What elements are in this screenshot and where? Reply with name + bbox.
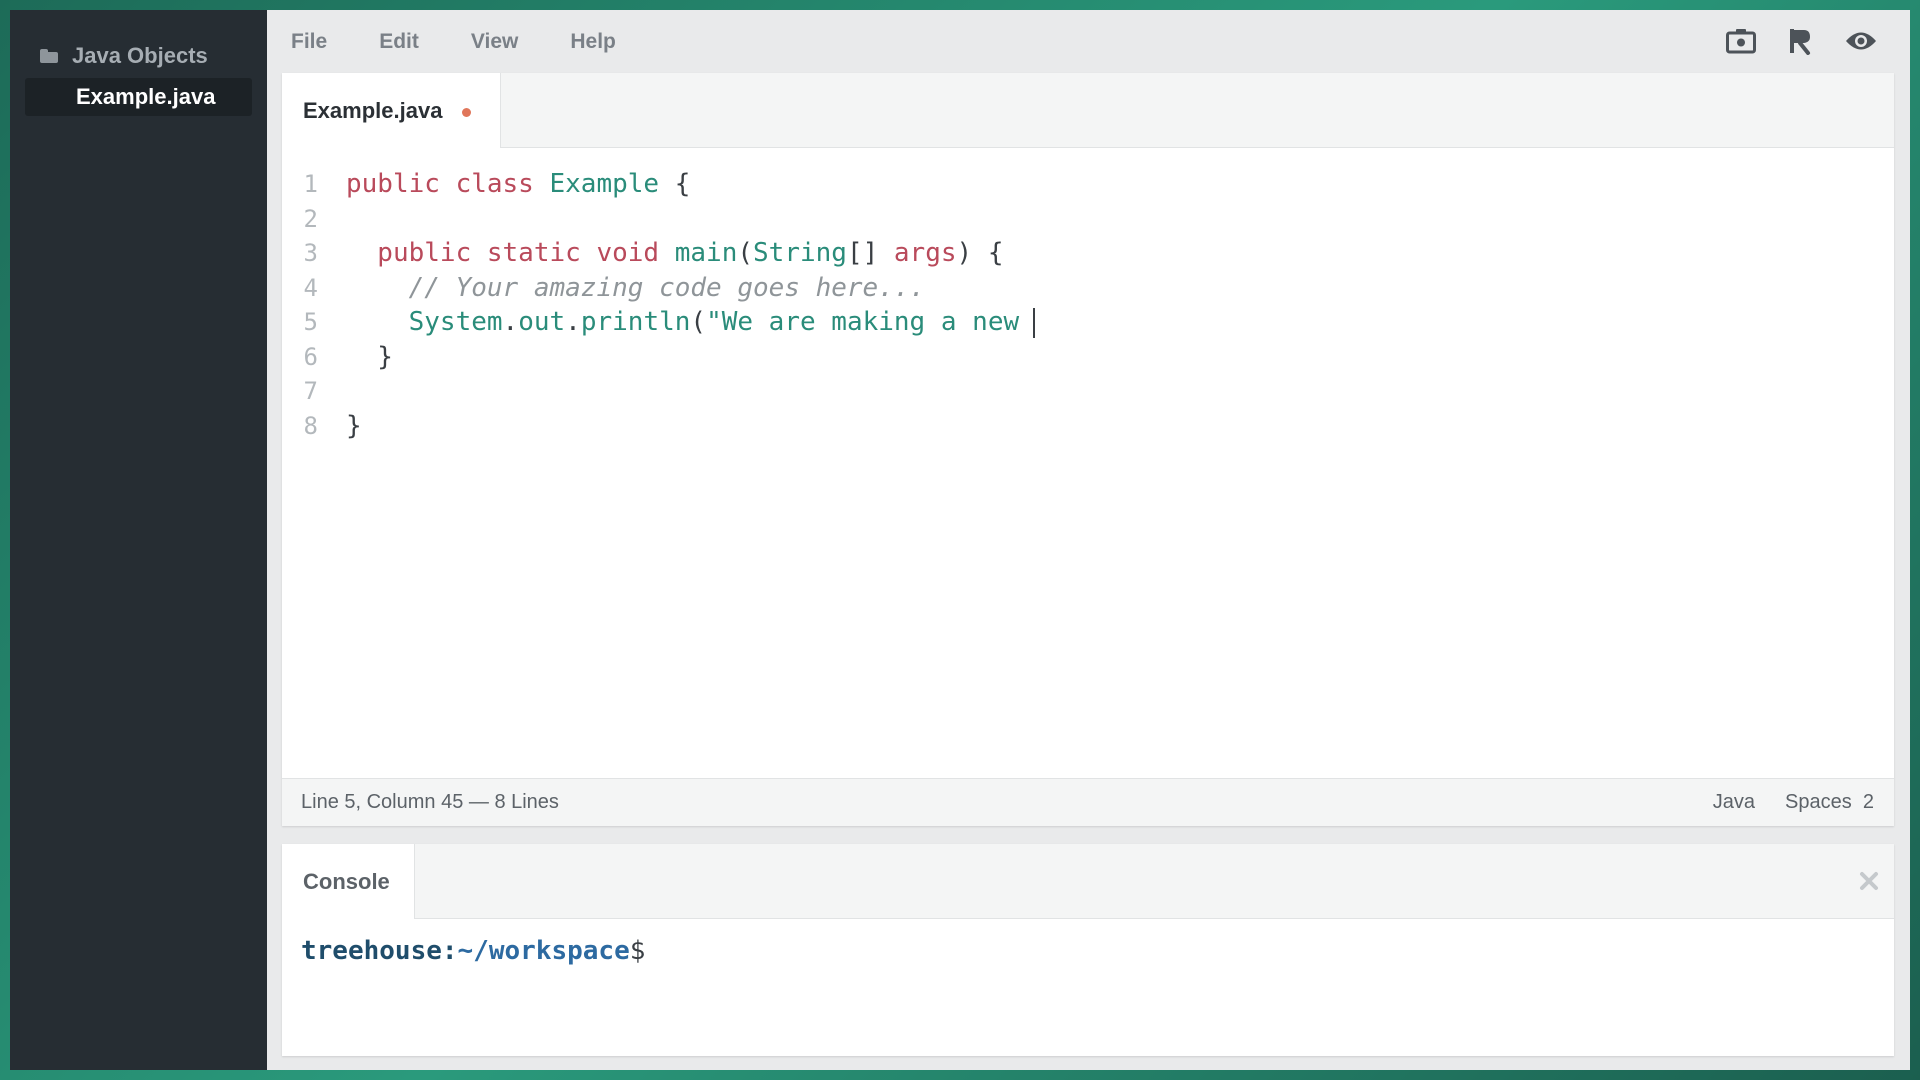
line-number: 2 xyxy=(303,204,318,233)
cursor-position: Line 5, Column 45 — 8 Lines xyxy=(301,791,559,813)
folder-icon xyxy=(40,49,58,63)
code-token: out xyxy=(518,307,566,337)
line-number: 4 xyxy=(303,273,318,302)
menu-edit[interactable]: Edit xyxy=(365,30,433,54)
code-area[interactable]: 1 public class Example {2 3 public static … xyxy=(282,167,1894,443)
code-token: . xyxy=(502,307,519,337)
code-line[interactable]: 7 xyxy=(282,374,1894,409)
code-editor: Example.java 1 public class Example {2 3 p… xyxy=(282,73,1894,826)
code-token: "We are making a new xyxy=(706,307,1020,337)
line-number: 7 xyxy=(303,377,318,405)
code-token: [] xyxy=(846,238,894,268)
code-token: String xyxy=(753,238,847,268)
close-icon[interactable] xyxy=(1858,870,1880,892)
unsaved-indicator xyxy=(462,107,472,117)
code-token: public class xyxy=(346,169,550,199)
code-token: . xyxy=(565,307,581,337)
line-source: } xyxy=(346,340,393,375)
console-tabbar: Console xyxy=(282,844,1894,919)
line-source: } xyxy=(346,409,362,444)
line-number: 5 xyxy=(303,308,318,336)
prompt-user: treehouse xyxy=(301,936,442,966)
code-line[interactable]: 4 // Your amazing code goes here... xyxy=(282,271,1894,306)
share-icon[interactable] xyxy=(1784,24,1818,58)
line-source: public class Example { xyxy=(346,167,690,202)
tab-example-java[interactable]: Example.java xyxy=(282,73,501,148)
code-token: main xyxy=(674,238,738,268)
line-number: 1 xyxy=(303,170,318,198)
line-number: 8 xyxy=(303,411,318,440)
code-token: Example xyxy=(549,169,660,199)
indent-selector[interactable]: Spaces 2 xyxy=(1785,791,1874,814)
sidebar-folder-label: Java Objects xyxy=(72,43,208,68)
code-line[interactable]: 5 System.out.println("We are making a ne… xyxy=(282,305,1894,340)
line-source: System.out.println("We are making a new xyxy=(346,305,1036,340)
menu-view[interactable]: View xyxy=(457,30,532,54)
console-tab-label: Console xyxy=(303,868,390,894)
code-line[interactable]: 6 } xyxy=(282,340,1894,375)
code-token: } xyxy=(346,410,362,441)
code-token: println xyxy=(580,307,691,337)
file-sidebar: Java Objects Example.java xyxy=(10,10,267,1070)
line-number: 6 xyxy=(303,342,318,371)
code-line[interactable]: 3 public static void main(String[] args)… xyxy=(282,236,1894,271)
prompt-path: ~/workspace xyxy=(457,936,630,966)
prompt-colon: : xyxy=(441,936,458,966)
code-token: ) { xyxy=(956,238,1004,268)
code-token: ( xyxy=(690,307,707,337)
workspace-window: Java Objects Example.java File Edit View… xyxy=(10,10,1910,1070)
language-selector[interactable]: Java xyxy=(1713,791,1755,814)
code-token: args xyxy=(893,238,957,268)
code-token: ( xyxy=(737,238,754,268)
menu-help[interactable]: Help xyxy=(556,30,630,54)
screenshot-icon[interactable] xyxy=(1724,24,1758,58)
sidebar-file-example-java[interactable]: Example.java xyxy=(25,78,252,116)
prompt-dollar: $ xyxy=(629,936,646,966)
line-source: // Your amazing code goes here... xyxy=(346,271,926,306)
menubar: File Edit View Help xyxy=(267,10,1910,74)
editor-statusbar: Line 5, Column 45 — 8 Lines Java Spaces … xyxy=(282,778,1894,826)
console-prompt[interactable]: treehouse:~/workspace$ xyxy=(301,936,645,966)
editor-tabbar: Example.java xyxy=(282,73,1894,148)
menu-file[interactable]: File xyxy=(277,30,341,54)
code-line[interactable]: 2 xyxy=(282,202,1894,237)
line-source: public static void main(String[] args) { xyxy=(346,236,1004,271)
text-cursor xyxy=(1033,307,1036,338)
sidebar-file-label: Example.java xyxy=(76,84,216,109)
sidebar-folder[interactable]: Java Objects xyxy=(40,36,208,76)
console-panel: Console treehouse:~/workspace$ xyxy=(282,844,1894,1056)
code-line[interactable]: 1 public class Example { xyxy=(282,167,1894,202)
code-token: public static void xyxy=(346,238,675,268)
preview-icon[interactable] xyxy=(1844,24,1878,58)
code-token: { xyxy=(659,169,691,199)
code-token: System xyxy=(346,307,503,337)
tab-console[interactable]: Console xyxy=(282,844,415,919)
line-number: 3 xyxy=(303,239,318,267)
code-token: // Your amazing code goes here... xyxy=(346,272,926,303)
code-line[interactable]: 8} xyxy=(282,409,1894,444)
code-token: } xyxy=(346,341,393,372)
tab-label: Example.java xyxy=(303,97,443,123)
toolbar-icons xyxy=(1724,24,1878,58)
